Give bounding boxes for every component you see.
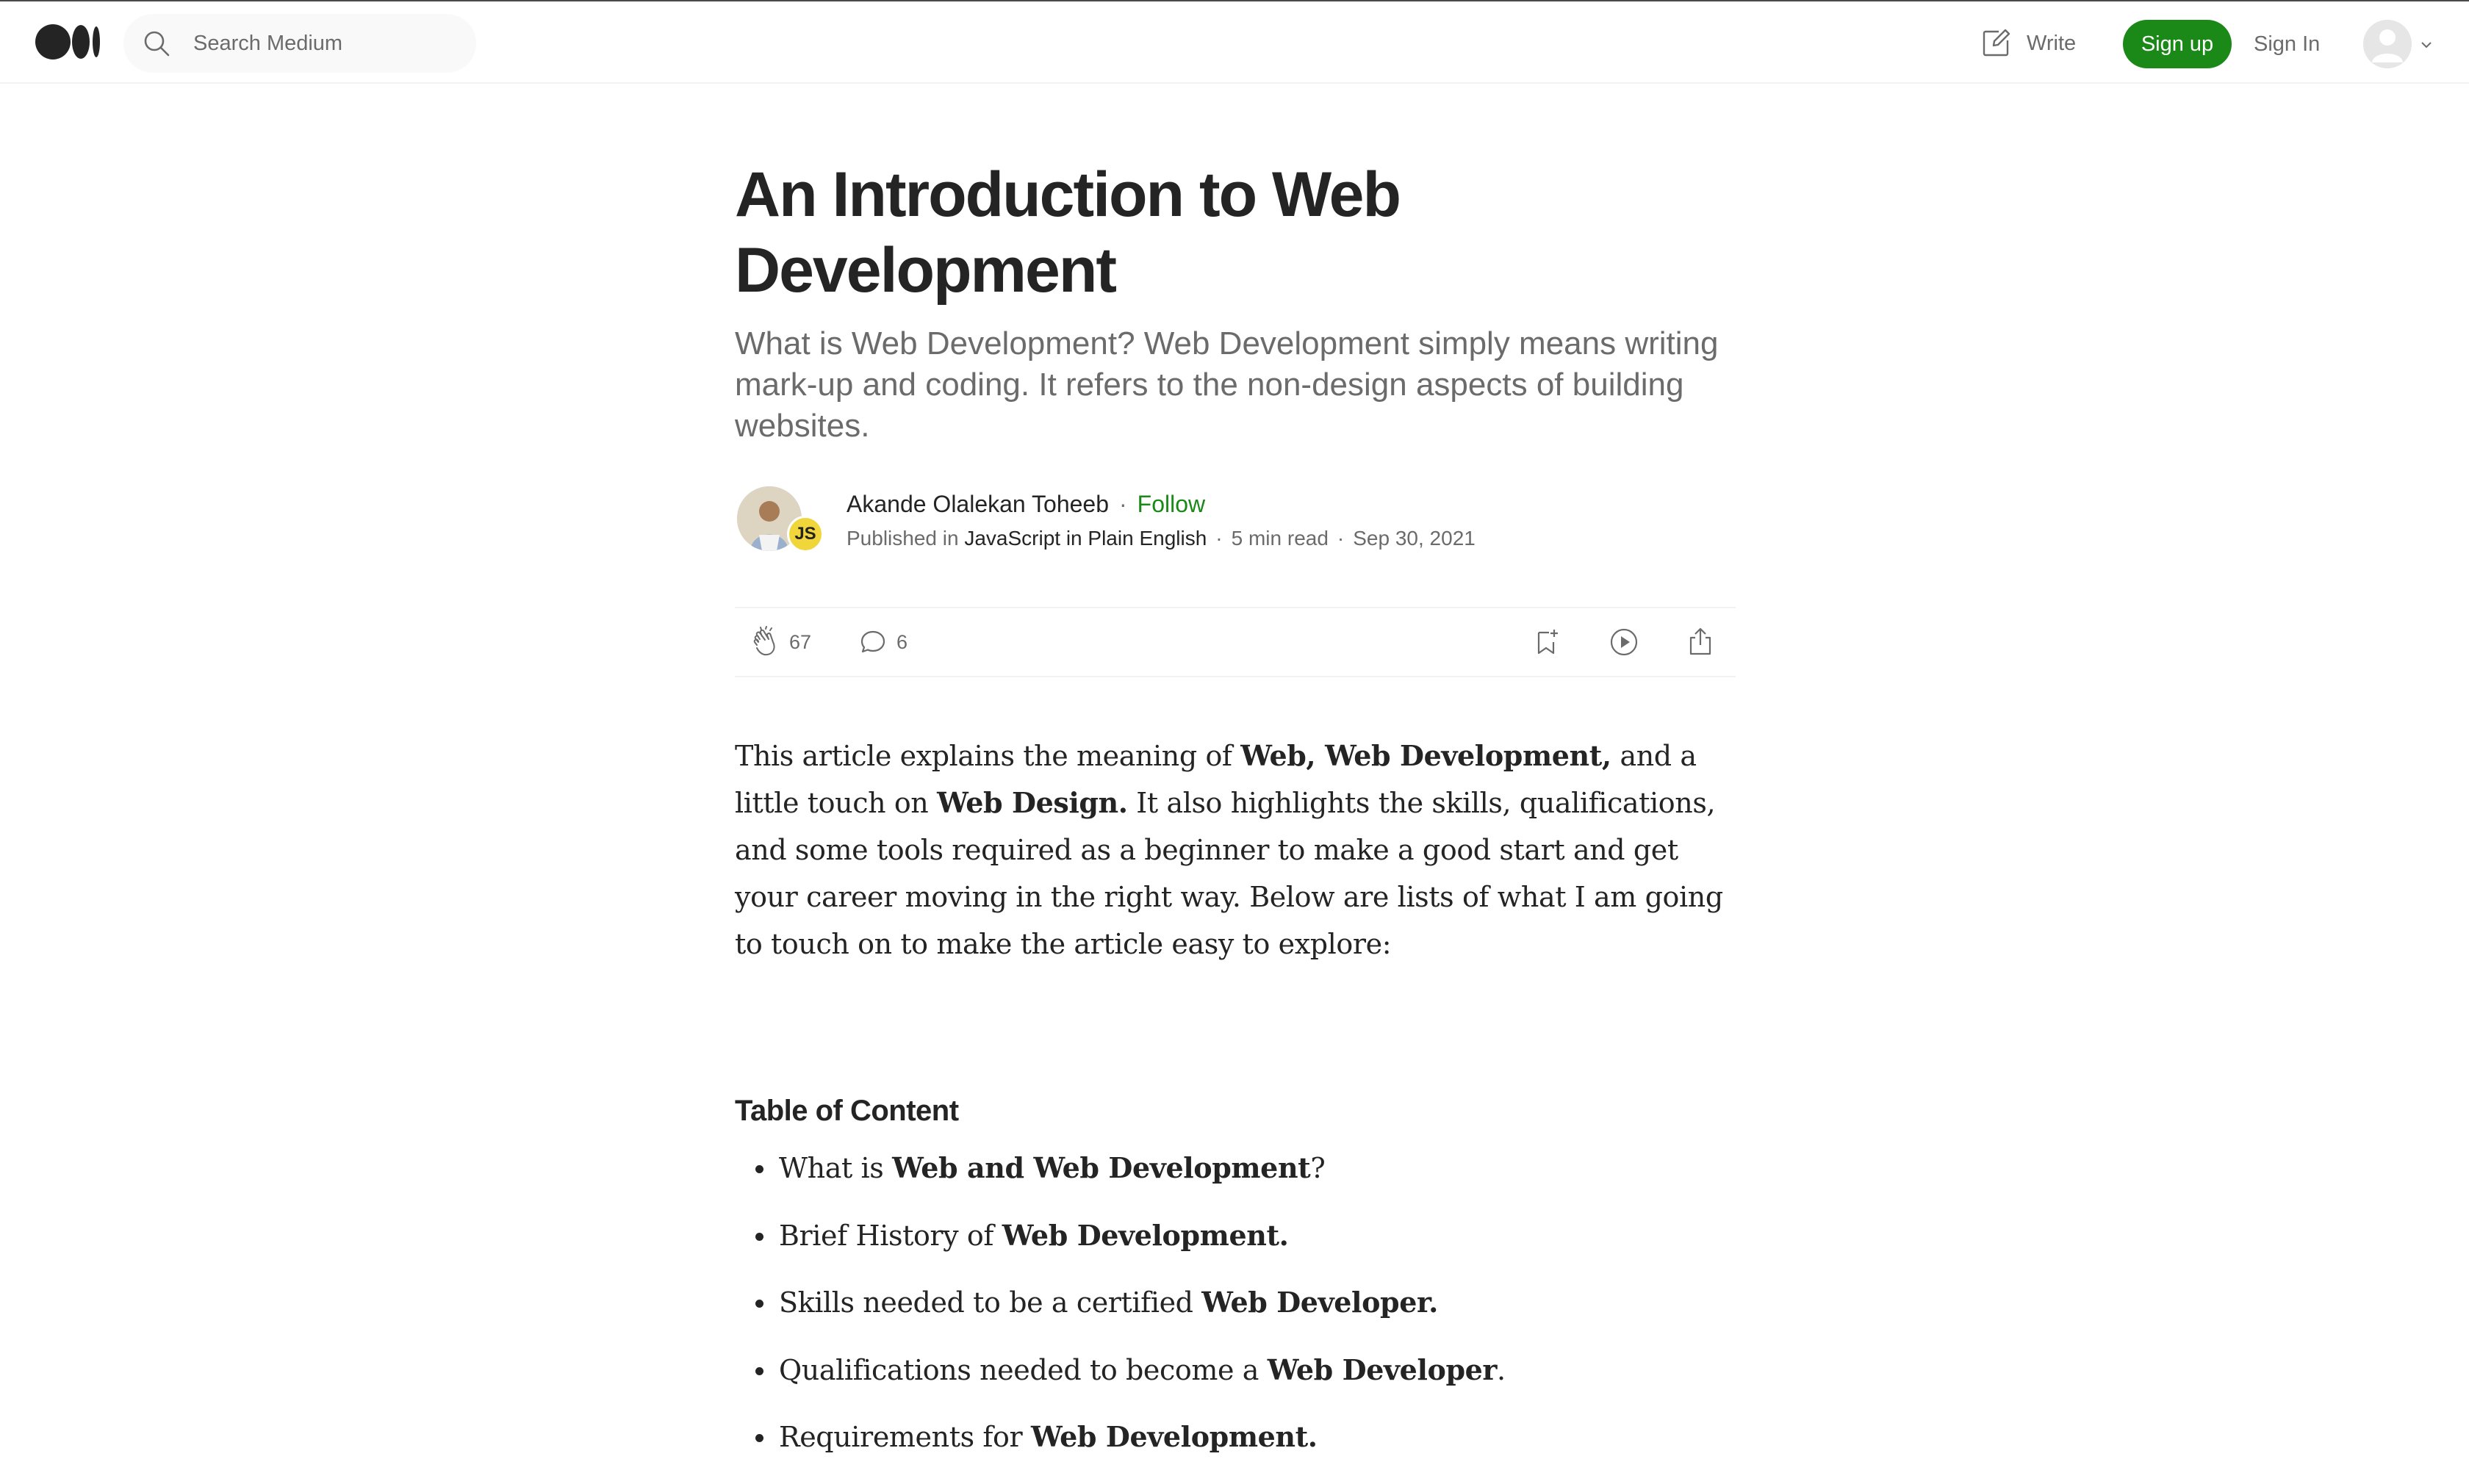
publication-link[interactable]: JavaScript in Plain English <box>964 527 1207 550</box>
listen-button[interactable] <box>1608 608 1640 676</box>
article-title: An Introduction to Web Development <box>735 159 1401 306</box>
user-silhouette-icon <box>2363 20 2412 68</box>
toc-item: Brief History of Web Development. <box>735 1215 1742 1283</box>
search-box[interactable]: Search Medium <box>123 14 476 73</box>
bookmark-button[interactable] <box>1531 608 1564 676</box>
toc-heading: Table of Content <box>735 1095 959 1127</box>
clap-button[interactable]: 67 <box>750 608 811 676</box>
toc-item: What is Web and Web Development? <box>735 1148 1742 1215</box>
bookmark-add-icon <box>1537 630 1558 655</box>
author-line: Akande Olalekan Toheeb · Follow <box>847 489 1205 519</box>
user-menu[interactable] <box>2363 20 2434 68</box>
article-subtitle: What is Web Development? Web Development… <box>735 325 1719 444</box>
chevron-down-icon <box>2421 42 2432 48</box>
share-button[interactable] <box>1684 608 1717 676</box>
separator-dot: · <box>1215 527 1223 550</box>
play-icon <box>1610 628 1638 656</box>
published-in-label: Published in <box>847 527 959 550</box>
publication-badge[interactable]: JS <box>787 516 824 552</box>
responses-button[interactable]: 6 <box>857 608 908 676</box>
separator-dot: · <box>1337 527 1345 550</box>
article-meta: Published in JavaScript in Plain English… <box>847 525 1476 552</box>
intro-text: This article explains the meaning of <box>735 740 1241 772</box>
author-name[interactable]: Akande Olalekan Toheeb <box>847 491 1109 517</box>
medium-logo[interactable] <box>35 24 100 60</box>
response-count: 6 <box>896 630 908 653</box>
search-input[interactable]: Search Medium <box>193 14 342 73</box>
read-time: 5 min read <box>1231 527 1329 550</box>
toc-item: Requirements for Web Development. <box>735 1416 1742 1484</box>
separator-dot: · <box>1119 491 1127 517</box>
clap-count: 67 <box>789 630 812 653</box>
intro-bold-text: Web Design. <box>937 786 1128 819</box>
share-icon <box>1689 627 1711 655</box>
toc-item: Qualifications needed to become a Web De… <box>735 1350 1742 1417</box>
search-icon <box>144 31 170 57</box>
write-label: Write <box>2027 31 2077 55</box>
publish-date: Sep 30, 2021 <box>1353 527 1476 550</box>
follow-button[interactable]: Follow <box>1138 491 1205 517</box>
write-icon <box>1983 29 2010 57</box>
top-navigation: Search Medium Write Sign up Sign In <box>0 0 2469 84</box>
user-avatar <box>2363 20 2412 68</box>
toc-item: Skills needed to be a certified Web Deve… <box>735 1282 1742 1350</box>
write-button[interactable]: Write <box>1980 26 2076 60</box>
comment-icon <box>860 630 885 653</box>
article-actions-bar: 67 6 <box>735 607 1736 677</box>
clap-icon <box>753 626 775 656</box>
article-intro-paragraph: This article explains the meaning of Web… <box>735 732 1742 968</box>
sign-up-button[interactable]: Sign up <box>2123 20 2232 68</box>
sign-in-link[interactable]: Sign In <box>2254 20 2320 68</box>
toc-list: What is Web and Web Development? Brief H… <box>735 1148 1742 1484</box>
intro-bold-text: Web, Web Development, <box>1240 739 1611 772</box>
